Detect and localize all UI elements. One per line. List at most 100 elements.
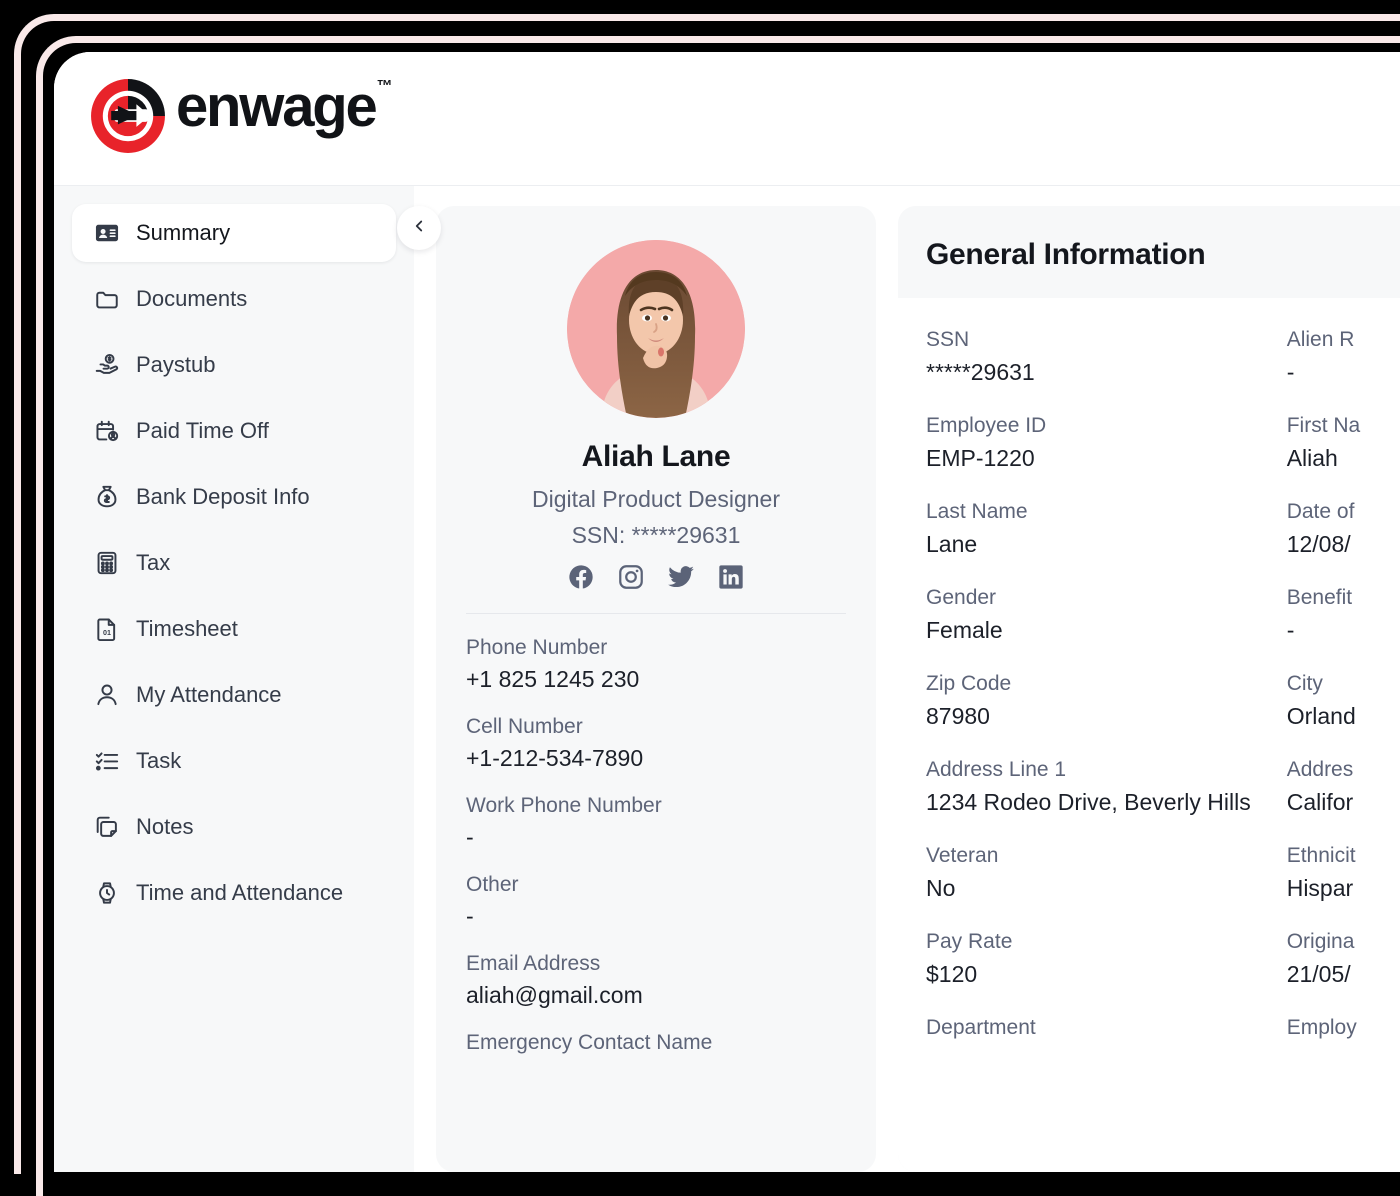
sidebar-item-label: Timesheet	[136, 616, 238, 642]
profile-field: Emergency Contact Name	[466, 1031, 846, 1055]
sidebar-item-label: My Attendance	[136, 682, 282, 708]
info-field-value: -	[1287, 617, 1400, 644]
info-field-label: Alien R	[1287, 328, 1400, 352]
checklist-icon	[94, 748, 120, 774]
profile-field: Cell Number +1-212-534-7890	[466, 715, 846, 772]
twitter-icon[interactable]	[667, 563, 695, 591]
profile-field: Work Phone Number-	[466, 794, 846, 851]
info-field-label: Origina	[1287, 930, 1400, 954]
info-field-label: Last Name	[926, 500, 1251, 524]
sidebar-item-label: Tax	[136, 550, 170, 576]
profile-field-value: -	[466, 903, 846, 930]
info-field-label: Veteran	[926, 844, 1251, 868]
svg-text:01: 01	[103, 629, 111, 637]
info-field-label: SSN	[926, 328, 1251, 352]
info-field: Employee ID EMP-1220	[926, 414, 1251, 472]
sidebar-item-label: Documents	[136, 286, 247, 312]
sidebar-item-task[interactable]: Task	[72, 732, 396, 790]
body-row: Summary Documents Paystub Paid Time Off Bank…	[54, 186, 1400, 1172]
profile-field: Phone Number+1 825 1245 230	[466, 636, 846, 693]
general-information-fields: SSN *****29631 Alien R - Employee ID EMP-1220…	[898, 298, 1400, 1172]
info-field-value: Lane	[926, 531, 1251, 558]
profile-field-label: Cell Number	[466, 715, 846, 739]
info-field: Employ	[1287, 1016, 1400, 1047]
info-field-label: Employee ID	[926, 414, 1251, 438]
linkedin-icon[interactable]	[717, 563, 745, 591]
info-field-label: Addres	[1287, 758, 1400, 782]
profile-card: Aliah Lane Digital Product Designer SSN:…	[436, 206, 876, 1172]
info-field: Origina21/05/	[1287, 930, 1400, 988]
info-field: Address Line 1 1234 Rodeo Drive, Beverly …	[926, 758, 1251, 816]
profile-field-value: -	[466, 824, 846, 851]
info-field-value: Aliah	[1287, 445, 1400, 472]
sidebar-item-label: Summary	[136, 220, 230, 246]
info-field: Benefit -	[1287, 586, 1400, 644]
profile-divider	[466, 613, 846, 614]
info-field: Addres Califor	[1287, 758, 1400, 816]
info-field-value: 1234 Rodeo Drive, Beverly Hills	[926, 789, 1251, 816]
info-field: CityOrland	[1287, 672, 1400, 730]
sidebar-item-summary[interactable]: Summary	[72, 204, 396, 262]
profile-ssn: SSN: *****29631	[466, 522, 846, 549]
avatar	[567, 240, 745, 418]
info-field: Gender Female	[926, 586, 1251, 644]
sidebar-item-my-attendance[interactable]: My Attendance	[72, 666, 396, 724]
sidebar-nav: Summary Documents Paystub Paid Time Off Bank…	[54, 186, 414, 1172]
money-bag-icon	[94, 484, 120, 510]
info-field-label: Ethnicit	[1287, 844, 1400, 868]
info-field-label: Address Line 1	[926, 758, 1251, 782]
sidebar-item-timesheet[interactable]: 01 Timesheet	[72, 600, 396, 658]
sidebar-item-label: Paystub	[136, 352, 216, 378]
info-field-label: City	[1287, 672, 1400, 696]
copy-notes-icon	[94, 814, 120, 840]
sidebar-item-label: Paid Time Off	[136, 418, 269, 444]
info-field-value: -	[1287, 359, 1400, 386]
info-field-label: Gender	[926, 586, 1251, 610]
trademark-symbol: ™	[377, 78, 393, 96]
folder-icon	[94, 286, 120, 312]
info-field-value: $120	[926, 961, 1251, 988]
facebook-icon[interactable]	[567, 563, 595, 591]
watch-icon	[94, 880, 120, 906]
profile-fields: Phone Number+1 825 1245 230 Cell Number +1…	[466, 636, 846, 1055]
general-information-card: General Information SSN*****29631Alien R…	[898, 206, 1400, 1172]
profile-field-label: Emergency Contact Name	[466, 1031, 846, 1055]
info-field-value: Hispar	[1287, 875, 1400, 902]
info-field-value: *****29631	[926, 359, 1251, 386]
profile-job-title: Digital Product Designer	[466, 486, 846, 513]
sidebar-collapse-button[interactable]	[397, 206, 441, 250]
profile-field: Other -	[466, 873, 846, 930]
info-field: Ethnicit Hispar	[1287, 844, 1400, 902]
info-field-value: Califor	[1287, 789, 1400, 816]
main-content: Aliah Lane Digital Product Designer SSN:…	[414, 186, 1400, 1172]
sidebar-item-bank-deposit-info[interactable]: Bank Deposit Info	[72, 468, 396, 526]
info-field-label: Pay Rate	[926, 930, 1251, 954]
info-field-value: Female	[926, 617, 1251, 644]
hand-cash-icon	[94, 352, 120, 378]
sidebar-item-time-and-attendance[interactable]: Time and Attendance	[72, 864, 396, 922]
person-icon	[94, 682, 120, 708]
profile-field: Email Addressaliah@gmail.com	[466, 952, 846, 1009]
sidebar-item-tax[interactable]: Tax	[72, 534, 396, 592]
profile-field-label: Other	[466, 873, 846, 897]
profile-field-value: +1-212-534-7890	[466, 745, 846, 772]
profile-field-value: aliah@gmail.com	[466, 982, 846, 1009]
sidebar-item-documents[interactable]: Documents	[72, 270, 396, 328]
instagram-icon[interactable]	[617, 563, 645, 591]
info-field: Date of12/08/	[1287, 500, 1400, 558]
sidebar-item-label: Notes	[136, 814, 193, 840]
info-field-label: Benefit	[1287, 586, 1400, 610]
sidebar-item-notes[interactable]: Notes	[72, 798, 396, 856]
top-bar: enwage ™	[54, 52, 1400, 186]
info-field-label: Employ	[1287, 1016, 1400, 1040]
sidebar-item-paystub[interactable]: Paystub	[72, 336, 396, 394]
enwage-logo[interactable]: enwage ™	[86, 74, 392, 163]
calculator-icon	[94, 550, 120, 576]
info-field-label: First Na	[1287, 414, 1400, 438]
info-field-value: EMP-1220	[926, 445, 1251, 472]
sidebar-item-paid-time-off[interactable]: Paid Time Off	[72, 402, 396, 460]
info-field-value: 87980	[926, 703, 1251, 730]
sidebar-item-label: Task	[136, 748, 181, 774]
document-01-icon: 01	[94, 616, 120, 642]
info-field: Zip Code87980	[926, 672, 1251, 730]
